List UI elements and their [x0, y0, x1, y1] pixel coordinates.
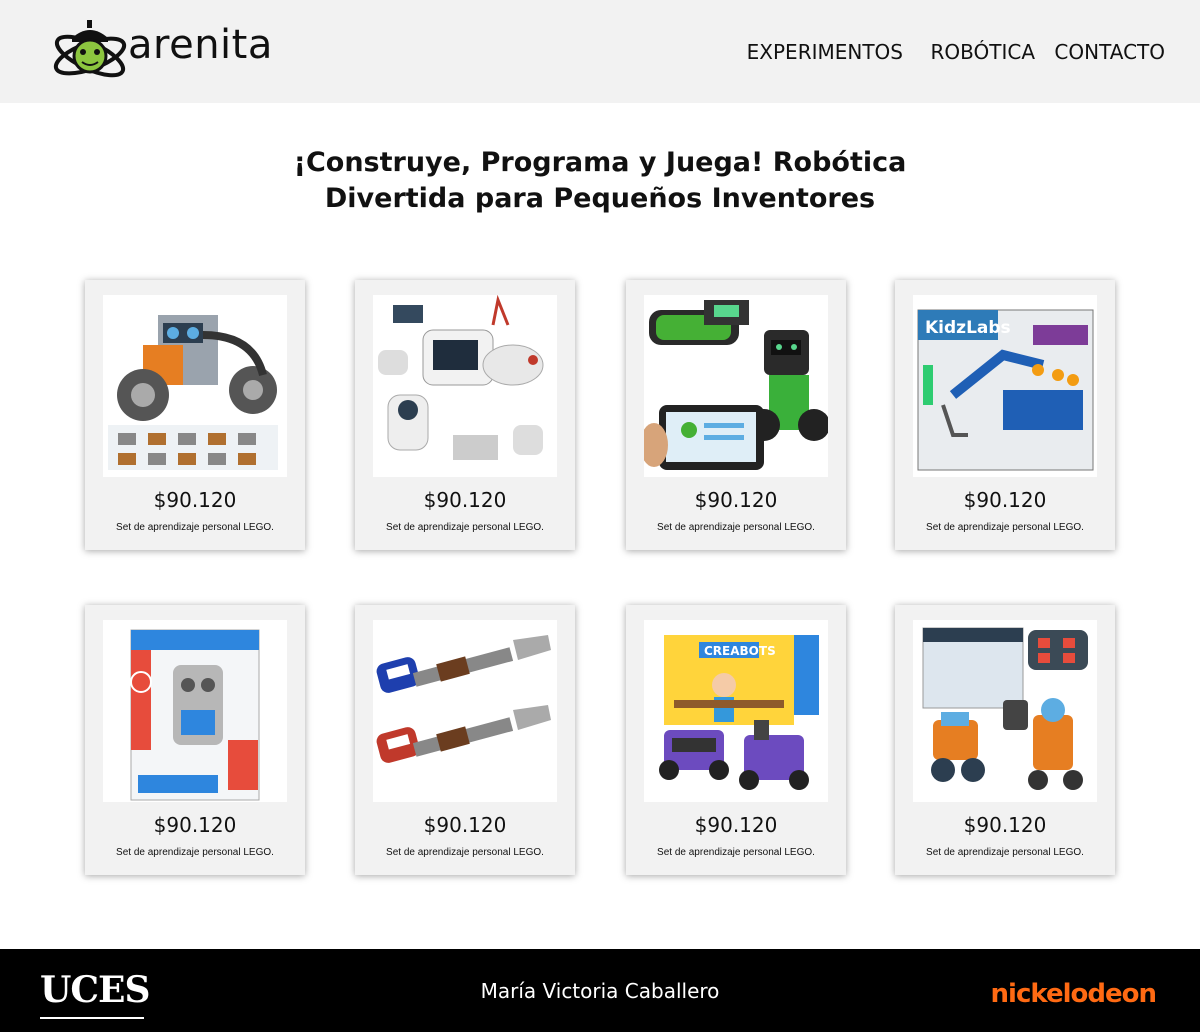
product-card[interactable]: $90.120 Set de aprendizaje personal LEGO… [85, 605, 305, 875]
product-card[interactable]: $90.120 Set de aprendizaje personal LEGO… [85, 280, 305, 550]
product-price: $90.120 [153, 488, 237, 512]
product-card[interactable]: CREABOTS $90.120 Set de aprendizaje pers… [626, 605, 846, 875]
product-description: Set de aprendizaje personal LEGO. [657, 522, 815, 533]
site-footer: UCES María Victoria Caballero nickelodeo… [0, 949, 1200, 1032]
product-card[interactable]: $90.120 Set de aprendizaje personal LEGO… [355, 605, 575, 875]
product-description: Set de aprendizaje personal LEGO. [926, 847, 1084, 858]
product-price: $90.120 [694, 488, 778, 512]
product-price: $90.120 [423, 488, 507, 512]
svg-text:CREABOTS: CREABOTS [704, 644, 776, 658]
product-card[interactable]: $90.120 Set de aprendizaje personal LEGO… [895, 605, 1115, 875]
page-title-line-2: Divertida para Pequeños Inventores [324, 183, 876, 214]
product-card[interactable]: KidzLabs $90.120 Set de aprendizaje pers… [895, 280, 1115, 550]
kidzlabs-hydraulic-arm-image[interactable]: KidzLabs [913, 295, 1097, 477]
product-description: Set de aprendizaje personal LEGO. [657, 847, 815, 858]
page-title-line-1: ¡Construye, Programa y Juega! Robótica [293, 147, 907, 178]
nav-item-contacto[interactable]: CONTACTO [1054, 40, 1165, 64]
product-description: Set de aprendizaje personal LEGO. [116, 522, 274, 533]
rc-robot-kit-image[interactable] [913, 620, 1097, 802]
product-price: $90.120 [963, 488, 1047, 512]
product-price: $90.120 [153, 813, 237, 837]
product-price: $90.120 [963, 813, 1047, 837]
product-description: Set de aprendizaje personal LEGO. [386, 522, 544, 533]
brand-name: arenita [128, 22, 273, 68]
product-price: $90.120 [694, 813, 778, 837]
uces-logo-underline [40, 1017, 144, 1019]
product-price: $90.120 [423, 813, 507, 837]
svg-text:KidzLabs: KidzLabs [925, 318, 1011, 338]
nav-item-robotica[interactable]: ROBÓTICA [930, 40, 1035, 64]
green-app-robot-image[interactable] [644, 295, 828, 477]
product-description: Set de aprendizaje personal LEGO. [926, 522, 1084, 533]
site-header: arenita EXPERIMENTOS ROBÓTICA CONTACTO [0, 0, 1200, 103]
page-title: ¡Construye, Programa y Juega! Robótica D… [200, 145, 1000, 217]
solar-space-robot-image[interactable] [373, 295, 557, 477]
nickelodeon-logo[interactable]: nickelodeon [991, 979, 1157, 1009]
product-description: Set de aprendizaje personal LEGO. [116, 847, 274, 858]
product-card[interactable]: $90.120 Set de aprendizaje personal LEGO… [626, 280, 846, 550]
product-description: Set de aprendizaje personal LEGO. [386, 847, 544, 858]
acorn-atom-logo-icon [53, 20, 127, 78]
nav-item-experimentos[interactable]: EXPERIMENTOS [747, 40, 903, 64]
solar-robot-kit-image[interactable] [103, 295, 287, 477]
eco-ciencia-robot-box-image[interactable] [103, 620, 287, 802]
robotic-hand-grabbers-image[interactable] [373, 620, 557, 802]
creabots-kit-image[interactable]: CREABOTS [644, 620, 828, 802]
product-card[interactable]: $90.120 Set de aprendizaje personal LEGO… [355, 280, 575, 550]
arenita-logo[interactable]: arenita [52, 18, 284, 84]
